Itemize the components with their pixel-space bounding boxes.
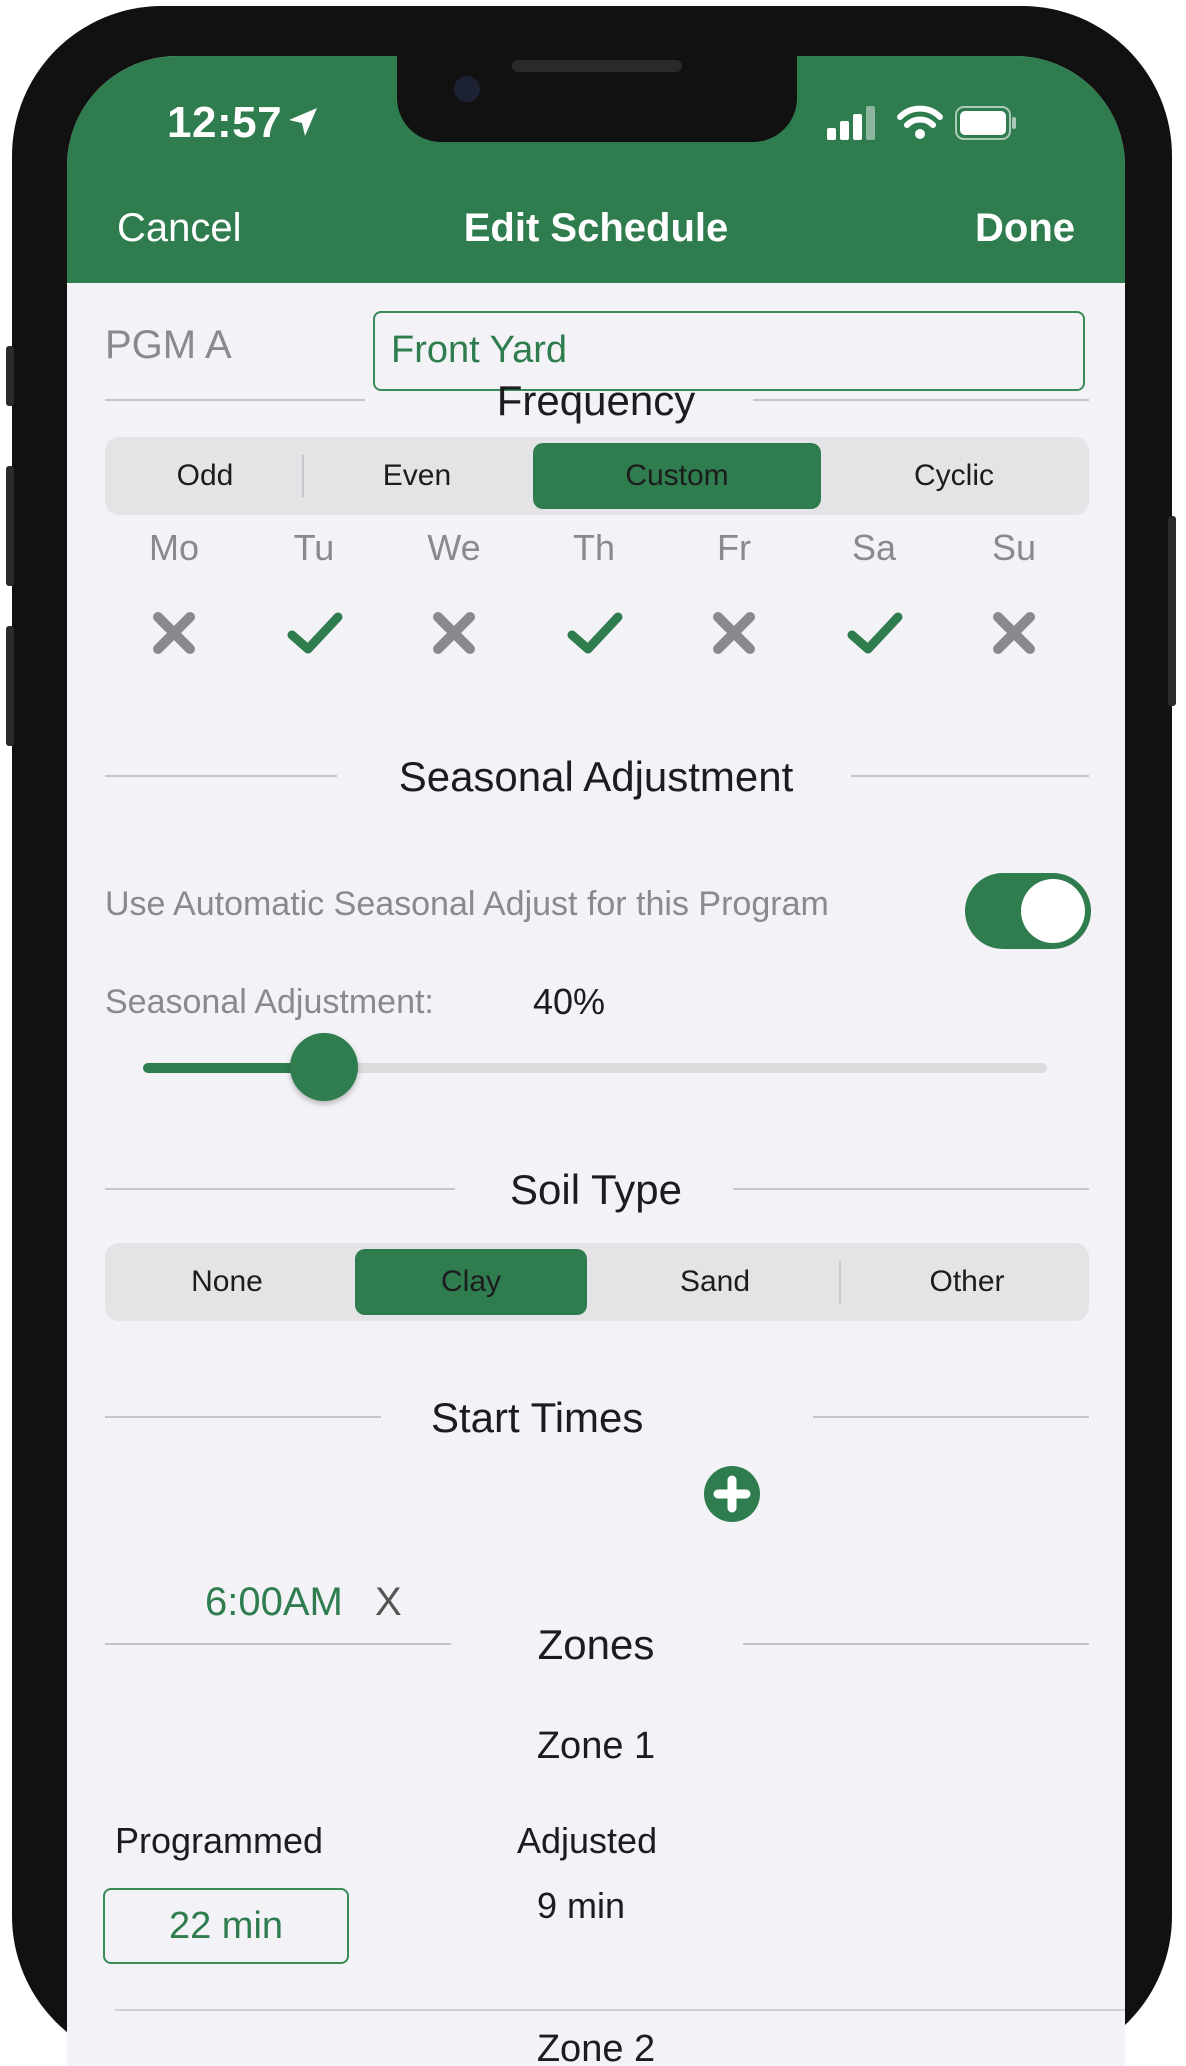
zones-title: Zones [537,1621,655,1668]
programmed-duration-input[interactable]: 22 min [103,1888,349,1964]
day-label-sa: Sa [851,527,897,568]
x-mark-icon[interactable] [424,603,484,663]
seasonal-adjustment-slider[interactable] [143,1033,1047,1101]
auto-seasonal-toggle[interactable] [965,873,1091,949]
add-start-time-icon[interactable] [704,1466,760,1522]
section-divider [105,1416,381,1418]
programmed-label: Programmed [115,1820,324,1861]
checkmark-icon[interactable] [284,603,344,663]
soil-type-segmented-control: None Clay Sand Other [105,1243,1089,1321]
status-time: 12:57 [167,98,283,147]
slider-thumb[interactable] [290,1033,358,1101]
frequency-option-even[interactable]: Even [305,443,529,509]
zone-name: Zone 1 [536,1725,656,1767]
location-arrow-icon [289,108,317,136]
x-mark-icon[interactable] [144,603,204,663]
page-title: Edit Schedule [463,206,729,250]
checkmark-icon[interactable] [844,603,904,663]
battery-icon [955,106,1016,140]
frequency-title: Frequency [496,377,696,424]
volume-up-button [6,466,14,586]
app-screen: 12:57 Cancel Edit Schedule Done PGM A Fr… [67,56,1125,2066]
x-mark-icon[interactable] [984,603,1044,663]
zone-name: Zone 2 [536,2028,656,2066]
soil-type-title: Soil Type [510,1166,682,1213]
day-label-mo: Mo [148,527,199,568]
soil-option-clay[interactable]: Clay [355,1249,587,1315]
power-button [1168,516,1176,706]
segment-divider [839,1261,841,1303]
soil-option-sand[interactable]: Sand [599,1249,831,1315]
day-label-we: We [427,527,481,568]
start-time-value[interactable]: 6:00AM [205,1580,343,1625]
toggle-knob [1021,879,1085,943]
camera-notch [397,56,797,142]
wifi-icon [897,105,943,139]
day-label-fr: Fr [717,527,751,568]
schedule-form: PGM A Front Yard Frequency Odd Even Cust… [67,283,1125,2066]
soil-option-none[interactable]: None [111,1249,343,1315]
volume-down-button [6,626,14,746]
day-label-th: Th [572,527,615,568]
section-divider [813,1416,1089,1418]
segment-divider [302,455,304,497]
signal-icon [827,106,875,140]
day-label-su: Su [991,527,1037,568]
speaker-grille [512,60,682,72]
frequency-option-odd[interactable]: Odd [111,443,299,509]
frequency-segmented-control: Odd Even Custom Cyclic [105,437,1089,515]
header: 12:57 Cancel Edit Schedule Done [67,56,1125,283]
program-label: PGM A [105,323,232,367]
start-times-title: Start Times [431,1394,644,1441]
seasonal-adjustment-title: Seasonal Adjustment [398,753,794,800]
remove-start-time-button[interactable]: X [375,1580,402,1625]
frequency-option-cyclic[interactable]: Cyclic [825,443,1083,509]
done-button[interactable]: Done [975,206,1075,251]
day-label-tu: Tu [293,527,335,568]
silent-switch [6,346,14,406]
seasonal-adjustment-value: 40% [533,981,606,1022]
front-camera [454,76,480,102]
soil-option-other[interactable]: Other [851,1249,1083,1315]
x-mark-icon[interactable] [704,603,764,663]
auto-seasonal-label: Use Automatic Seasonal Adjust for this P… [105,885,829,923]
frequency-option-custom[interactable]: Custom [533,443,821,509]
adjusted-duration-value: 9 min [537,1885,626,1926]
seasonal-adjustment-label: Seasonal Adjustment: [105,983,434,1021]
adjusted-label: Adjusted [517,1820,658,1861]
checkmark-icon[interactable] [564,603,624,663]
zone-divider [115,2009,1125,2011]
